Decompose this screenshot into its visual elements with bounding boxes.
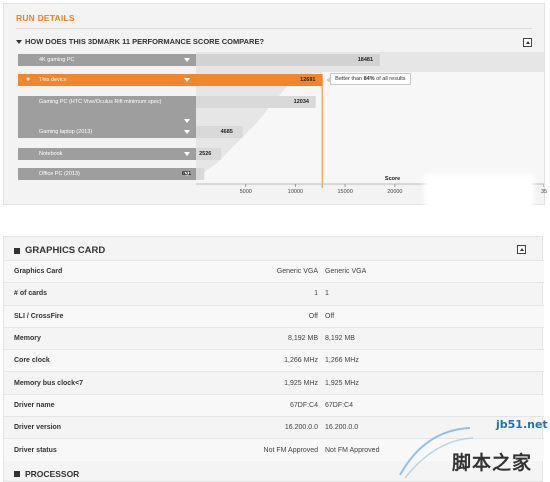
row-label: Core clock [14, 357, 50, 365]
percentile-tooltip: Better than 84% of all results [326, 73, 411, 85]
bar [196, 126, 243, 138]
row-compare-value: 16.200.0.0 [325, 424, 359, 432]
bar-value-label: 2526 [199, 151, 212, 157]
row-value: 8,192 MB [288, 335, 318, 343]
graphics-card-title: GRAPHICS CARD [25, 245, 106, 256]
category-dropdown[interactable]: Office PC (2013) [18, 168, 196, 180]
row-label: Memory [14, 335, 41, 343]
row-compare-value: Not FM Approved [325, 446, 380, 454]
x-axis-label: Score [384, 176, 401, 182]
category-label: Gaming laptop (2013) [39, 129, 93, 135]
processor-title: PROCESSOR [25, 469, 80, 479]
divider [16, 28, 532, 29]
collapse-icon[interactable] [517, 245, 526, 254]
chevron-down-icon [184, 58, 190, 62]
bar [196, 168, 205, 180]
row-value: Off [308, 312, 318, 320]
x-tick-label: 35 [540, 189, 548, 195]
run-details-title: RUN DETAILS [16, 13, 75, 23]
category-dropdown[interactable]: This device ● [18, 74, 196, 86]
bar-value-label: 18481 [357, 57, 374, 63]
category-dropdown[interactable]: Gaming laptop (2013) [18, 126, 196, 138]
category-dropdown[interactable]: Notebook [18, 148, 196, 160]
chevron-down-icon [184, 152, 190, 156]
row-value: 1,266 MHz [284, 357, 318, 365]
category-dropdown[interactable]: Gaming PC (HTC Vive/Oculus Rift minimum … [18, 96, 196, 126]
row-value: 1 [314, 290, 318, 298]
bar [196, 54, 380, 66]
bar-value-label: 831 [182, 171, 192, 177]
watermark-text: 脚本之家 [452, 452, 533, 474]
row-label: Driver version [14, 424, 62, 432]
x-tick-label: 10000 [287, 189, 304, 195]
x-tick-label: 5000 [239, 189, 252, 195]
category-label: 4K gaming PC [39, 57, 75, 63]
watermark-url: jb51.net [496, 418, 548, 431]
x-tick-label: 15000 [337, 189, 353, 195]
row-label: # of cards [14, 290, 48, 298]
blurred-area [424, 174, 534, 208]
row-label: Graphics Card [14, 268, 63, 276]
category-label: Office PC (2013) [39, 171, 80, 177]
collapse-icon[interactable] [523, 38, 532, 47]
table-row: Graphics Card Generic VGA Generic VGA [4, 260, 544, 283]
row-value: Generic VGA [276, 268, 318, 276]
compare-section-header[interactable]: HOW DOES THIS 3DMARK 11 PERFORMANCE SCOR… [16, 37, 264, 46]
compare-title: HOW DOES THIS 3DMARK 11 PERFORMANCE SCOR… [25, 37, 265, 46]
section-square-icon [14, 247, 20, 254]
bar-value-label: 12691 [300, 77, 316, 83]
section-square-icon [14, 471, 20, 477]
category-label: This device [39, 77, 67, 83]
processor-header[interactable]: PROCESSOR [14, 469, 79, 479]
row-compare-value: 67DF:C4 [325, 401, 354, 409]
graphics-card-header[interactable]: GRAPHICS CARD [14, 245, 105, 256]
row-value: 16.200.0.0 [284, 424, 318, 432]
bar-value-label: 12034 [293, 99, 309, 105]
row-value: 1,925 MHz [284, 379, 318, 387]
row-compare-value: Generic VGA [325, 268, 367, 276]
table-row: # of cards 1 1 [4, 282, 544, 304]
bar-value-label: 4685 [220, 129, 233, 135]
percentile-value: 84% [363, 76, 375, 82]
category-label: Notebook [39, 151, 63, 157]
row-compare-value: 1,266 MHz [325, 357, 359, 365]
row-compare-value: 1 [325, 290, 329, 298]
table-row: Memory bus clock<7 1,925 MHz 1,925 MHz [4, 371, 544, 393]
category-label: Gaming PC (HTC Vive/Oculus Rift minimum … [39, 99, 162, 105]
row-label: SLI / CrossFire [14, 312, 64, 320]
location-pin-icon: ● [26, 76, 31, 83]
row-label: Driver name [14, 401, 55, 409]
row-compare-value: Off [325, 312, 335, 320]
row-label: Driver status [14, 446, 57, 454]
category-dropdown[interactable]: 4K gaming PC [18, 54, 196, 66]
row-compare-value: 1,925 MHz [325, 379, 359, 387]
row-value: 67DF:C4 [289, 401, 318, 409]
chevron-down-icon [184, 119, 190, 123]
table-row: SLI / CrossFire Off Off [4, 304, 544, 327]
run-details-panel: RUN DETAILS HOW DOES THIS 3DMARK 11 PERF… [3, 3, 548, 208]
table-row: Driver name 67DF:C4 67DF:C4 [4, 393, 544, 417]
x-tick-label: 20000 [387, 189, 403, 195]
row-value: Not FM Approved [263, 446, 318, 454]
row-compare-value: 8,192 MB [325, 335, 355, 343]
collapse-caret-icon [16, 39, 22, 44]
row-label: Memory bus clock<7 [14, 379, 84, 387]
chevron-down-icon [184, 130, 190, 134]
table-row: Memory 8,192 MB 8,192 MB [4, 326, 544, 349]
table-row: Core clock 1,266 MHz 1,266 MHz [4, 349, 544, 372]
chevron-down-icon [184, 78, 190, 82]
